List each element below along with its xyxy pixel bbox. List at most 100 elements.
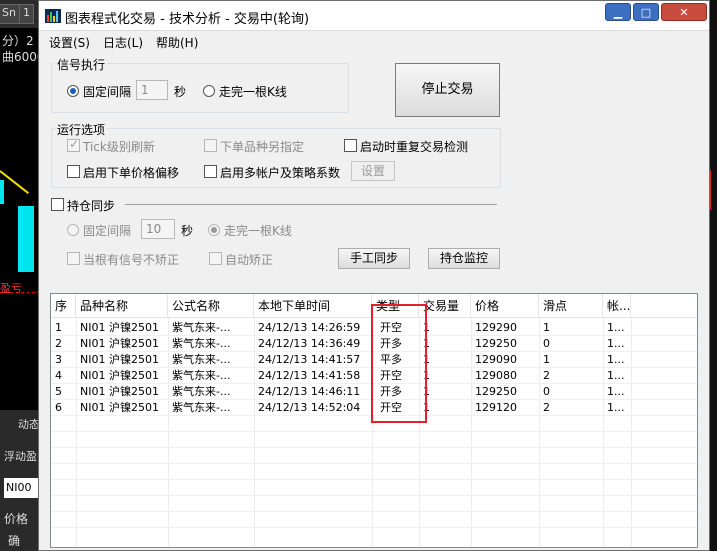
price-offset-checkbox[interactable] [67,165,80,178]
grid-line [51,495,697,496]
bg-profit-label: 盈亏 [0,282,22,295]
no-correct-checkbox[interactable] [67,252,80,265]
interval-input[interactable]: 1 [136,80,168,100]
cell-formula: 紫气东来-... [172,337,231,350]
title-bar[interactable]: 图表程式化交易 - 技术分析 - 交易中(轮询) ▁ □ ✕ [39,1,709,31]
cell-slippage: 0 [543,337,550,350]
cell-price: 129120 [475,401,517,414]
signal-group-title: 信号执行 [55,56,108,73]
type-column-highlight [371,304,427,423]
bg-confirm-label[interactable]: 确 [8,532,20,549]
bg-candle [18,206,34,272]
menu-bar: 设置(S) 日志(L) 帮助(H) [39,31,709,51]
cell-variety: NI01 沪镍2501 [80,369,159,382]
maximize-button[interactable]: □ [633,3,659,21]
cell-account: 1... [607,337,625,350]
cell-price: 129250 [475,385,517,398]
fixed-interval-radio[interactable] [67,85,79,97]
sync-seconds-label: 秒 [181,224,194,238]
cell-variety: NI01 沪镍2501 [80,385,159,398]
auto-correct-label: 自动矫正 [225,253,274,267]
order-variety-checkbox[interactable] [204,139,217,152]
sync-fixed-interval-radio[interactable] [67,224,79,236]
column-header[interactable]: 品种名称 [76,294,168,318]
cell-time: 24/12/13 14:36:49 [258,337,361,350]
sync-bar-complete-radio[interactable] [208,224,220,236]
cell-index: 2 [55,337,62,350]
bg-chart-text: 分）2 [2,34,34,48]
tick-refresh-checkbox[interactable] [67,137,80,152]
run-options-title: 运行选项 [55,121,108,138]
cell-time: 24/12/13 14:52:04 [258,401,361,414]
fixed-interval-label: 固定间隔 [83,85,132,99]
column-header[interactable]: 序 [51,294,76,318]
settings-button[interactable]: 设置 [351,161,395,181]
column-header[interactable]: 滑点 [539,294,603,318]
position-sync-label: 持仓同步 [67,199,116,213]
cell-variety: NI01 沪镍2501 [80,321,159,334]
bg-toolbar-button[interactable]: 1 [19,4,34,24]
cell-time: 24/12/13 14:46:11 [258,385,361,398]
bg-tab[interactable]: 动态 [18,416,40,432]
cell-price: 129090 [475,353,517,366]
position-sync-divider [125,204,497,205]
cell-index: 4 [55,369,62,382]
bg-order-panel: 动态 浮动盈 NI00 价格 确 [0,410,40,551]
cell-variety: NI01 沪镍2501 [80,337,159,350]
cell-slippage: 2 [543,401,550,414]
column-header[interactable]: 帐... [603,294,631,318]
multi-account-label: 启用多帐户及策略系数 [220,166,341,180]
position-sync-checkbox[interactable] [51,198,64,211]
cell-slippage: 2 [543,369,550,382]
bg-contract-input[interactable]: NI00 [4,478,40,498]
bar-complete-label: 走完一根K线 [219,85,287,99]
cell-price: 129290 [475,321,517,334]
cell-slippage: 0 [543,385,550,398]
sync-bar-complete-label: 走完一根K线 [224,224,292,238]
menu-log[interactable]: 日志(L) [103,34,143,51]
position-monitor-button[interactable]: 持仓监控 [428,248,500,269]
cell-account: 1... [607,321,625,334]
order-variety-label: 下单品种另指定 [220,140,305,154]
grid-line [51,511,697,512]
cell-account: 1... [607,401,625,414]
bg-tab[interactable]: 浮动盈 [4,448,37,464]
cell-index: 6 [55,401,62,414]
restart-check-checkbox[interactable] [344,139,357,152]
auto-correct-checkbox[interactable] [209,252,222,265]
multi-account-checkbox[interactable] [204,165,217,178]
no-correct-label: 当根有信号不矫正 [83,253,180,267]
grid-line [51,447,697,448]
cell-index: 1 [55,321,62,334]
cell-time: 24/12/13 14:41:57 [258,353,361,366]
column-header[interactable]: 价格 [471,294,539,318]
menu-settings[interactable]: 设置(S) [49,34,90,51]
background-chart-area: Sn 1 分）2 曲6000 盈亏 动态 浮动盈 NI00 价格 确 [0,0,45,551]
grid-line [51,463,697,464]
menu-help[interactable]: 帮助(H) [156,34,198,51]
cell-price: 129250 [475,337,517,350]
seconds-label: 秒 [174,85,187,99]
stop-trading-button[interactable]: 停止交易 [395,63,500,117]
cell-formula: 紫气东来-... [172,401,231,414]
sync-interval-input[interactable]: 10 [141,219,175,239]
cell-slippage: 1 [543,321,550,334]
cell-variety: NI01 沪镍2501 [80,353,159,366]
bar-complete-radio[interactable] [203,85,215,97]
cell-index: 5 [55,385,62,398]
bg-toolbar-button[interactable]: Sn [0,4,20,24]
close-button[interactable]: ✕ [661,3,707,21]
bg-average-line [0,170,29,194]
grid-line [51,431,697,432]
grid-line [51,527,697,528]
sync-fixed-interval-label: 固定间隔 [83,224,132,238]
manual-sync-button[interactable]: 手工同步 [338,248,410,269]
cell-formula: 紫气东来-... [172,385,231,398]
minimize-button[interactable]: ▁ [605,3,631,21]
column-header[interactable]: 公式名称 [168,294,254,318]
chart-app-icon [45,9,61,23]
cell-account: 1... [607,369,625,382]
cell-formula: 紫气东来-... [172,369,231,382]
price-offset-label: 启用下单价格偏移 [83,166,180,180]
column-header[interactable]: 本地下单时间 [254,294,372,318]
